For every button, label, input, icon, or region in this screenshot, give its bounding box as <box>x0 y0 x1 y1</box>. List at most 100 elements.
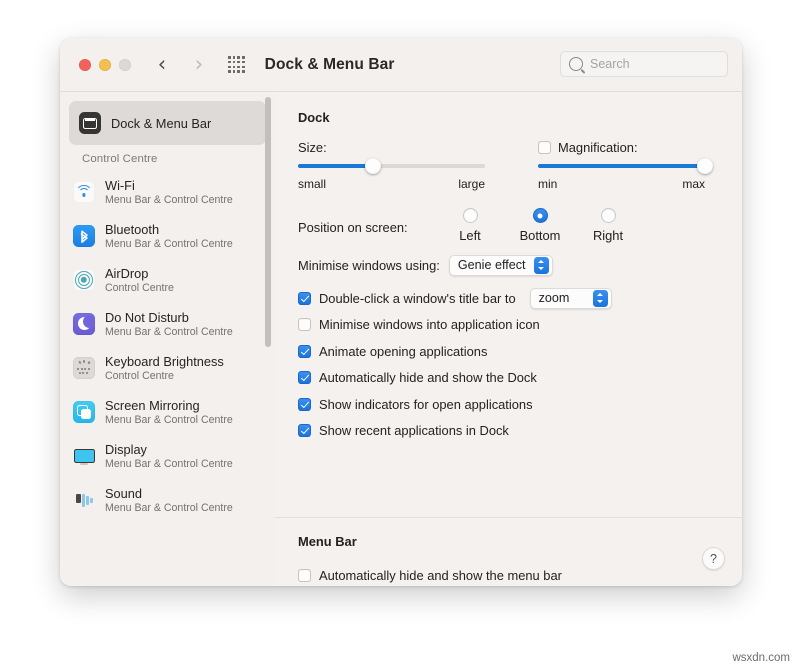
position-option-bottom[interactable]: Bottom <box>514 208 566 243</box>
keyboard-brightness-icon <box>73 357 95 379</box>
main-pane: Dock Size: Magnification: small large mi… <box>275 92 742 586</box>
sidebar-item-display[interactable]: Display Menu Bar & Control Centre <box>60 434 275 478</box>
minimise-using-row: Minimise windows using: Genie effect <box>298 251 720 279</box>
show-recent-apps-checkbox[interactable] <box>298 424 311 438</box>
sidebar-item-sublabel: Control Centre <box>105 369 174 382</box>
sidebar-item-label: Display <box>105 441 147 457</box>
help-button[interactable]: ? <box>702 547 725 570</box>
size-label: Size: <box>298 139 327 155</box>
window-titlebar: ‹ › Dock & Menu Bar <box>60 38 742 92</box>
airdrop-icon <box>73 269 95 291</box>
double-click-label: Double-click a window's title bar to <box>319 290 516 306</box>
menu-bar-auto-hide-checkbox[interactable] <box>298 568 311 582</box>
double-click-value: zoom <box>538 291 570 306</box>
checkbox-label: Show indicators for open applications <box>319 396 533 412</box>
slider-track[interactable] <box>538 158 713 174</box>
forward-button[interactable]: › <box>188 54 210 75</box>
menu-bar-settings-pane: Menu Bar Automatically hide and show the… <box>275 518 742 586</box>
sidebar-item-label: Do Not Disturb <box>105 309 189 325</box>
watermark: wsxdn.com <box>732 652 790 664</box>
slider-knob[interactable] <box>364 158 381 174</box>
dock-menu-bar-icon <box>79 112 101 134</box>
checkbox-label: Automatically hide and show the menu bar <box>319 567 562 583</box>
sidebar-scrollbar[interactable] <box>265 97 271 347</box>
slider-track[interactable] <box>298 158 485 174</box>
checkbox-row-minimise-into-icon: Minimise windows into application icon <box>298 312 720 339</box>
menu-bar-auto-hide-row: Automatically hide and show the menu bar <box>298 562 720 586</box>
sidebar-item-sublabel: Menu Bar & Control Centre <box>105 325 233 338</box>
wifi-icon <box>73 181 95 203</box>
sidebar-item-do-not-disturb[interactable]: Do Not Disturb Menu Bar & Control Centre <box>60 302 275 346</box>
position-option-right[interactable]: Right <box>584 208 632 243</box>
sidebar-item-sublabel: Menu Bar & Control Centre <box>105 457 233 470</box>
search-field[interactable] <box>560 51 728 77</box>
sidebar-item-keyboard-brightness[interactable]: Keyboard Brightness Control Centre <box>60 346 275 390</box>
sidebar-item-label: Sound <box>105 485 143 501</box>
magnification-max-label: max <box>682 177 705 191</box>
bluetooth-glyph <box>80 230 88 243</box>
size-max-label: large <box>458 177 485 191</box>
position-option-label: Bottom <box>519 228 561 243</box>
checkbox-label: Show recent applications in Dock <box>319 423 509 439</box>
zoom-button[interactable] <box>119 58 131 71</box>
dock-magnification-slider[interactable]: min max <box>538 158 713 191</box>
chevron-updown-icon <box>592 289 608 307</box>
sidebar-item-dock-menu-bar[interactable]: Dock & Menu Bar <box>60 100 275 146</box>
radio-right[interactable] <box>600 208 616 223</box>
magnification-label: Magnification: <box>558 139 638 155</box>
checkbox-row-show-indicators: Show indicators for open applications <box>298 391 720 418</box>
slider-fill <box>298 164 373 168</box>
minimise-using-label: Minimise windows using: <box>298 257 440 273</box>
magnification-min-label: min <box>538 177 558 191</box>
sidebar-item-sublabel: Menu Bar & Control Centre <box>105 237 233 250</box>
double-click-checkbox[interactable] <box>298 291 311 305</box>
position-option-left[interactable]: Left <box>446 208 494 243</box>
sidebar-item-label: Bluetooth <box>105 221 160 237</box>
back-button[interactable]: ‹ <box>151 54 173 75</box>
checkbox-row-show-recent-apps: Show recent applications in Dock <box>298 418 720 445</box>
position-option-label: Left <box>459 228 481 243</box>
sidebar-item-sublabel: Menu Bar & Control Centre <box>105 501 233 514</box>
dock-size-slider[interactable]: small large <box>298 158 485 191</box>
do-not-disturb-icon <box>73 313 95 335</box>
display-icon <box>73 445 95 467</box>
menu-bar-section-title: Menu Bar <box>298 534 357 549</box>
sidebar-item-label: Keyboard Brightness <box>105 353 224 369</box>
sidebar-item-wi-fi[interactable]: Wi-Fi Menu Bar & Control Centre <box>60 170 275 214</box>
close-button[interactable] <box>79 58 91 71</box>
sound-icon <box>73 489 95 511</box>
sidebar-item-screen-mirroring[interactable]: Screen Mirroring Menu Bar & Control Cent… <box>60 390 275 434</box>
dock-section-title: Dock <box>298 110 330 125</box>
sidebar-item-sublabel: Control Centre <box>105 281 174 294</box>
checkbox-label: Animate opening applications <box>319 343 488 359</box>
animate-opening-checkbox[interactable] <box>298 344 311 358</box>
double-click-popup[interactable]: zoom <box>529 287 612 309</box>
show-indicators-checkbox[interactable] <box>298 397 311 411</box>
sidebar-item-label: Screen Mirroring <box>105 397 200 413</box>
preferences-window: ‹ › Dock & Menu Bar Dock & Menu Bar <box>60 38 742 586</box>
checkbox-label: Automatically hide and show the Dock <box>319 370 537 386</box>
radio-left[interactable] <box>462 208 478 223</box>
dock-sliders-area: Size: Magnification: small large min max <box>298 138 720 200</box>
screen-mirroring-icon <box>73 401 95 423</box>
sidebar: Dock & Menu Bar Control Centre Wi-Fi Men… <box>60 92 275 586</box>
minimise-using-value: Genie effect <box>457 258 526 272</box>
checkbox-label: Minimise windows into application icon <box>319 317 540 333</box>
auto-hide-dock-checkbox[interactable] <box>298 371 311 385</box>
minimise-into-icon-checkbox[interactable] <box>298 318 311 332</box>
sidebar-item-sound[interactable]: Sound Menu Bar & Control Centre <box>60 478 275 522</box>
show-all-grid-icon[interactable] <box>228 56 245 73</box>
magnification-checkbox[interactable] <box>538 140 551 154</box>
minimise-using-popup[interactable]: Genie effect <box>448 254 553 276</box>
sidebar-item-airdrop[interactable]: AirDrop Control Centre <box>60 258 275 302</box>
minimize-button[interactable] <box>99 58 111 71</box>
position-on-screen-label: Position on screen: <box>298 220 408 235</box>
sidebar-group-label: Control Centre <box>82 153 158 165</box>
radio-bottom[interactable] <box>532 208 548 223</box>
window-content: Dock & Menu Bar Control Centre Wi-Fi Men… <box>60 92 742 586</box>
sidebar-item-bluetooth[interactable]: Bluetooth Menu Bar & Control Centre <box>60 214 275 258</box>
chevron-updown-icon <box>533 256 549 274</box>
slider-knob[interactable] <box>697 158 713 174</box>
search-input[interactable] <box>590 57 719 71</box>
checkbox-row-animate-opening: Animate opening applications <box>298 338 720 365</box>
